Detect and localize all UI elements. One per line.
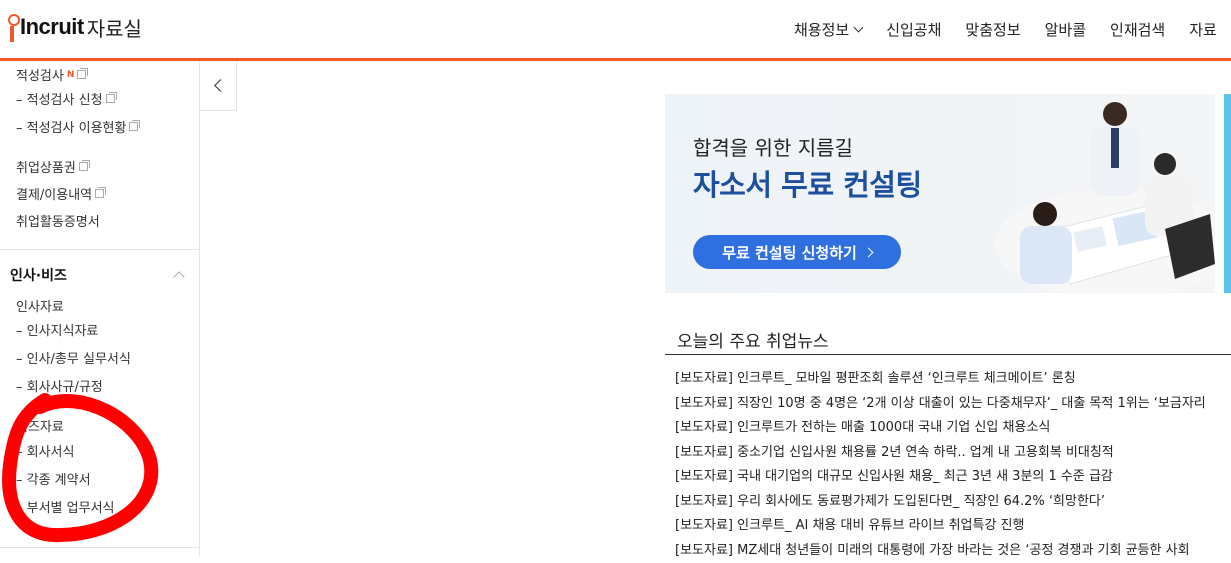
- nav-label: 채용정보: [794, 19, 849, 40]
- news-item[interactable]: [보도자료] 국내 대기업의 대규모 신입사원 채용_ 최근 3년 새 3분의 …: [675, 465, 1231, 490]
- logo-dot-icon: [8, 14, 20, 26]
- chevron-up-icon[interactable]: [173, 271, 184, 282]
- sidebar-item-label: – 적성검사 이용현황: [16, 117, 126, 136]
- sidebar-item-voucher[interactable]: 취업상품권: [16, 157, 88, 176]
- news-item[interactable]: [보도자료] 인크루트가 전하는 매출 1000대 국내 기업 신입 채용소식: [675, 416, 1231, 441]
- sidebar-divider: [0, 547, 199, 548]
- nav-item-custom[interactable]: 맞춤정보: [965, 19, 1020, 40]
- nav-item-library[interactable]: 자료: [1189, 19, 1217, 40]
- nav-item-jobs[interactable]: 채용정보: [794, 19, 862, 40]
- sidebar-item-company-rules[interactable]: – 회사사규/규정: [16, 376, 103, 395]
- sidebar-section-hr-biz[interactable]: 인사·비즈: [10, 265, 67, 285]
- sidebar-item-hr-forms[interactable]: – 인사/총무 실무서식: [16, 348, 131, 367]
- logo-text: Incruit: [20, 14, 84, 40]
- sidebar-item-label: 결제/이용내역: [16, 184, 92, 203]
- new-window-icon: [95, 189, 104, 198]
- logo-subtitle: 자료실: [87, 13, 142, 42]
- nav-item-albacall[interactable]: 알바콜: [1045, 19, 1086, 40]
- news-section-title: 오늘의 주요 취업뉴스: [677, 327, 829, 352]
- new-window-icon: [106, 94, 115, 103]
- news-item[interactable]: [보도자료] 직장인 10명 중 4명은 ‘2개 이상 대출이 있는 다중채무자…: [675, 392, 1231, 417]
- chevron-right-icon: [863, 247, 873, 257]
- sidebar-item-label: – 적성검사 신청: [16, 89, 103, 108]
- next-banner-edge[interactable]: [1224, 94, 1231, 293]
- news-divider: [665, 354, 1231, 355]
- new-window-icon: [79, 162, 88, 171]
- news-item[interactable]: [보도자료] 중소기업 신입사원 채용률 2년 연속 하락.. 업계 내 고용회…: [675, 441, 1231, 466]
- news-item[interactable]: [보도자료] 우리 회사에도 동료평가제가 도입된다면_ 직장인 64.2% ‘…: [675, 490, 1231, 515]
- promo-banner[interactable]: 합격을 위한 지름길 자소서 무료 컨설팅 무료 컨설팅 신청하기: [665, 94, 1215, 293]
- sidebar-item-certificate[interactable]: 취업활동증명서: [16, 211, 100, 230]
- sidebar-item-payment[interactable]: 결제/이용내역: [16, 184, 104, 203]
- sidebar-group-biz-docs[interactable]: 비즈자료: [16, 416, 64, 435]
- chevron-left-icon: [214, 79, 227, 92]
- sidebar-item-dept-forms[interactable]: – 부서별 업무서식: [16, 497, 115, 516]
- button-label: 무료 컨설팅 신청하기: [722, 242, 857, 263]
- sidebar: 적성검사 N – 적성검사 신청 – 적성검사 이용현황 취업상품권 결제/이용…: [0, 61, 200, 557]
- consulting-apply-button[interactable]: 무료 컨설팅 신청하기: [693, 235, 901, 269]
- news-item[interactable]: [보도자료] MZ세대 청년들이 미래의 대통령에 가장 바라는 것은 ‘공정 …: [675, 539, 1231, 563]
- new-window-icon: [129, 122, 138, 131]
- site-header: Incruit 자료실 채용정보 신입공채 맞춤정보 알바콜 인재검색 자료: [0, 0, 1231, 61]
- sidebar-collapse-button[interactable]: [200, 61, 237, 111]
- banner-headline: 자소서 무료 컨설팅: [693, 162, 922, 204]
- sidebar-item-company-forms[interactable]: – 회사서식: [16, 441, 74, 460]
- sidebar-item-test-apply[interactable]: – 적성검사 신청: [16, 89, 115, 108]
- news-item[interactable]: [보도자료] 인크루트_ AI 채용 대비 유튜브 라이브 취업특강 진행: [675, 514, 1231, 539]
- nav-item-talent[interactable]: 인재검색: [1110, 19, 1165, 40]
- new-window-icon: [77, 70, 86, 79]
- sidebar-group-hr-docs[interactable]: 인사자료: [16, 296, 64, 315]
- new-badge: N: [67, 70, 75, 80]
- news-item[interactable]: [보도자료] 인크루트_ 모바일 평판조회 솔루션 ‘인크루트 체크메이트’ 론…: [675, 367, 1231, 392]
- sidebar-item-label: 취업상품권: [16, 157, 76, 176]
- sidebar-item-label: 적성검사: [16, 65, 64, 84]
- nav-item-new-grad[interactable]: 신입공채: [886, 19, 941, 40]
- sidebar-item-hr-knowledge[interactable]: – 인사지식자료: [16, 320, 98, 339]
- global-nav: 채용정보 신입공채 맞춤정보 알바콜 인재검색 자료: [794, 0, 1231, 58]
- chevron-down-icon: [854, 23, 864, 33]
- sidebar-divider: [0, 249, 199, 250]
- sidebar-item-contracts[interactable]: – 각종 계약서: [16, 469, 91, 488]
- sidebar-item-test-status[interactable]: – 적성검사 이용현황: [16, 117, 138, 136]
- news-list: [보도자료] 인크루트_ 모바일 평판조회 솔루션 ‘인크루트 체크메이트’ 론…: [675, 367, 1231, 563]
- sidebar-item-test[interactable]: 적성검사 N: [16, 65, 86, 84]
- incruit-logo[interactable]: Incruit 자료실: [8, 10, 142, 44]
- logo-bar-icon: [10, 26, 14, 42]
- business-meeting-illustration: [965, 94, 1215, 293]
- banner-subtitle: 합격을 위한 지름길: [693, 132, 853, 161]
